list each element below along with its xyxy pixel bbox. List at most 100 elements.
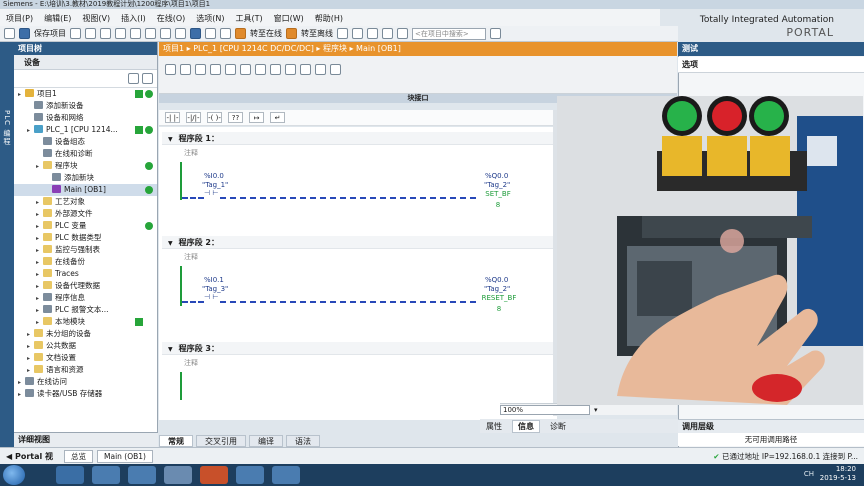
network-3-header[interactable]: ▼ 程序段 3： (162, 342, 553, 355)
menu-options[interactable]: 选项(N) (196, 13, 224, 24)
overview-tab[interactable]: 总览 (64, 449, 93, 463)
main-ob1-tab[interactable]: Main (OB1) (97, 449, 153, 463)
network-1-header[interactable]: ▼ 程序段 1： (162, 132, 553, 145)
menu-tools[interactable]: 工具(T) (235, 13, 262, 24)
taskbar-clock[interactable]: 18:20 2019-5-13 (820, 465, 856, 483)
call-hierarchy-header[interactable]: 调用层级 (678, 419, 864, 433)
powerpoint-icon[interactable] (200, 466, 228, 484)
network-2-header[interactable]: ▼ 程序段 2： (162, 236, 553, 249)
detail-view-header[interactable]: 详细视图 (14, 432, 158, 447)
project-search-input[interactable]: <在项目中搜索> (412, 27, 486, 40)
zoom-select[interactable]: 100% (500, 404, 590, 415)
tree-item[interactable]: 在线和诊断 (14, 148, 157, 160)
network-3[interactable]: ▼ 程序段 3： 注释 (159, 342, 553, 402)
absolute-operand-icon[interactable] (255, 64, 266, 75)
simulation-icon[interactable] (220, 28, 231, 39)
upload-icon[interactable] (205, 28, 216, 39)
tree-item[interactable]: ▸ 程序块 (14, 160, 157, 172)
delete-network-icon[interactable] (210, 64, 221, 75)
menu-help[interactable]: 帮助(H) (315, 13, 343, 24)
set-bf-coil[interactable]: SET_BF (478, 190, 518, 198)
menu-insert[interactable]: 插入(I) (121, 13, 146, 24)
open-project-icon[interactable] (19, 28, 30, 39)
save-project-button[interactable]: 保存项目 (34, 28, 66, 39)
coil-icon[interactable]: -( )- (207, 112, 222, 123)
monitor-on-off-icon[interactable] (330, 64, 341, 75)
go-offline-icon[interactable] (286, 28, 297, 39)
tree-item[interactable]: 添加新块 (14, 172, 157, 184)
tab-cross-reference[interactable]: 交叉引用 (196, 435, 246, 447)
redo-icon[interactable] (160, 28, 171, 39)
app-icon[interactable] (128, 466, 156, 484)
tree-item[interactable]: ▸ 设备代理数据 (14, 280, 157, 292)
tree-item[interactable]: ▸ 本地模块 (14, 316, 157, 328)
open-branch-icon[interactable]: ↦ (249, 112, 264, 123)
tree-item[interactable]: ▸ 未分组的设备 (14, 328, 157, 340)
tree-item[interactable]: 设备和网络 (14, 112, 157, 124)
plc-programming-vertical-tab[interactable]: PLC 编程 (0, 42, 14, 447)
options-header[interactable]: 选项 (678, 57, 864, 73)
collapse-icon[interactable]: ▼ (168, 240, 173, 247)
tree-item[interactable]: ▸ PLC 数据类型 (14, 232, 157, 244)
network-3-comment[interactable]: 注释 (184, 358, 553, 368)
go-online-button[interactable]: 转至在线 (250, 28, 282, 39)
tab-compile[interactable]: 编译 (249, 435, 283, 447)
block-edit-icon[interactable] (165, 64, 176, 75)
monitor-icon[interactable] (315, 64, 326, 75)
tree-item[interactable]: ▸ 程序信息 (14, 292, 157, 304)
stop-cpu-icon[interactable] (367, 28, 378, 39)
go-online-icon[interactable] (235, 28, 246, 39)
split-editor-icon[interactable] (397, 28, 408, 39)
comment-toggle-icon[interactable] (285, 64, 296, 75)
nc-contact-icon[interactable]: -|/|- (186, 112, 201, 123)
portal-view-button[interactable]: ◀ Portal 视图 (0, 449, 60, 476)
tool-icon[interactable] (236, 466, 264, 484)
tree-collapse-icon[interactable] (142, 73, 153, 84)
copy-icon[interactable] (100, 28, 111, 39)
accessible-devices-icon[interactable] (337, 28, 348, 39)
reset-bf-coil[interactable]: RESET_BF (474, 294, 524, 302)
collapse-all-icon[interactable] (240, 64, 251, 75)
tree-item[interactable]: ▸ 文档设置 (14, 352, 157, 364)
cut-icon[interactable] (85, 28, 96, 39)
block-settings-icon[interactable] (180, 64, 191, 75)
tree-item[interactable]: ▸ 在线备份 (14, 256, 157, 268)
tree-item[interactable]: ▸ 在线访问 (14, 376, 157, 388)
chrome-icon[interactable] (92, 466, 120, 484)
network-1[interactable]: ▼ 程序段 1： 注释 %I0.0 "Tag_1" ⊣ ⊢ %Q0.0 "Tag_… (159, 132, 553, 232)
tree-item[interactable]: ▸ 读卡器/USB 存储器 (14, 388, 157, 400)
tree-item[interactable]: ▸ PLC 报警文本... (14, 304, 157, 316)
undo-icon[interactable] (145, 28, 156, 39)
insert-network-icon[interactable] (195, 64, 206, 75)
tree-item[interactable]: Main [OB1] (14, 184, 157, 196)
favorites-icon[interactable] (270, 64, 281, 75)
app-icon[interactable] (272, 466, 300, 484)
tab-general[interactable]: 常规 (159, 435, 193, 447)
network-1-comment[interactable]: 注释 (184, 148, 553, 158)
tree-item[interactable]: ▸ PLC_1 [CPU 1214... (14, 124, 157, 136)
tree-item[interactable]: ▸ 监控与强制表 (14, 244, 157, 256)
tia-portal-icon[interactable] (164, 466, 192, 484)
tree-item[interactable]: ▸ 语言和资源 (14, 364, 157, 376)
menu-project[interactable]: 项目(P) (6, 13, 33, 24)
tree-item[interactable]: ▸ Traces (14, 268, 157, 280)
collapse-icon[interactable]: ▼ (168, 136, 173, 143)
tree-view-icon[interactable] (128, 73, 139, 84)
tree-item[interactable]: 添加新设备 (14, 100, 157, 112)
cross-reference-icon[interactable] (382, 28, 393, 39)
go-to-error-icon[interactable] (300, 64, 311, 75)
menu-online[interactable]: 在线(O) (157, 13, 186, 24)
expand-arrow-icon[interactable]: ▸ (18, 389, 25, 401)
tree-item[interactable]: ▸ 外部源文件 (14, 208, 157, 220)
menu-window[interactable]: 窗口(W) (274, 13, 304, 24)
delete-icon[interactable] (130, 28, 141, 39)
search-icon[interactable] (490, 28, 501, 39)
test-task-card-title[interactable]: 测试 (678, 42, 864, 56)
print-icon[interactable] (70, 28, 81, 39)
tree-item[interactable]: 设备组态 (14, 136, 157, 148)
compile-icon[interactable] (175, 28, 186, 39)
expand-all-icon[interactable] (225, 64, 236, 75)
language-indicator[interactable]: CH (804, 470, 814, 478)
download-icon[interactable] (190, 28, 201, 39)
menu-edit[interactable]: 编辑(E) (44, 13, 71, 24)
